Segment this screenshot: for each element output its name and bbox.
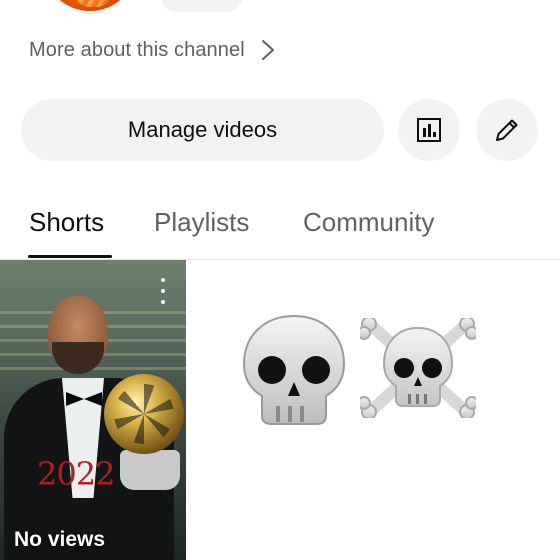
analytics-button[interactable] [398,99,460,161]
tab-community[interactable]: Community [303,202,434,242]
edit-channel-button[interactable] [476,99,538,161]
more-vertical-icon[interactable] [155,278,171,304]
trophy-base [120,450,180,490]
tab-playlists[interactable]: Playlists [154,202,249,242]
more-about-label: More about this channel [29,38,245,61]
skull-emoji [242,314,346,425]
short-view-count: No views [14,528,106,551]
decorative-emojis [232,310,492,440]
analytics-icon [417,118,441,142]
golden-ball-trophy [104,374,184,454]
short-thumbnail[interactable]: 2022 No views [0,260,186,560]
channel-header-cropped: 1 video [0,0,560,20]
channel-avatar[interactable] [40,0,140,14]
skull-and-crossbones-emoji [360,318,476,418]
channel-actions: Manage videos [21,99,541,161]
manage-videos-button[interactable]: Manage videos [21,99,384,161]
shorts-grid: 2022 No views [0,260,560,560]
pencil-icon [496,119,518,141]
channel-tabs: Shorts Playlists Community [0,190,560,260]
active-tab-indicator [28,255,112,258]
year-overlay-text: 2022 [37,455,115,493]
tab-shorts[interactable]: Shorts [29,202,104,242]
video-count: 1 video [160,0,243,12]
chevron-right-icon [261,40,274,60]
more-about-channel-link[interactable]: More about this channel [29,36,277,64]
